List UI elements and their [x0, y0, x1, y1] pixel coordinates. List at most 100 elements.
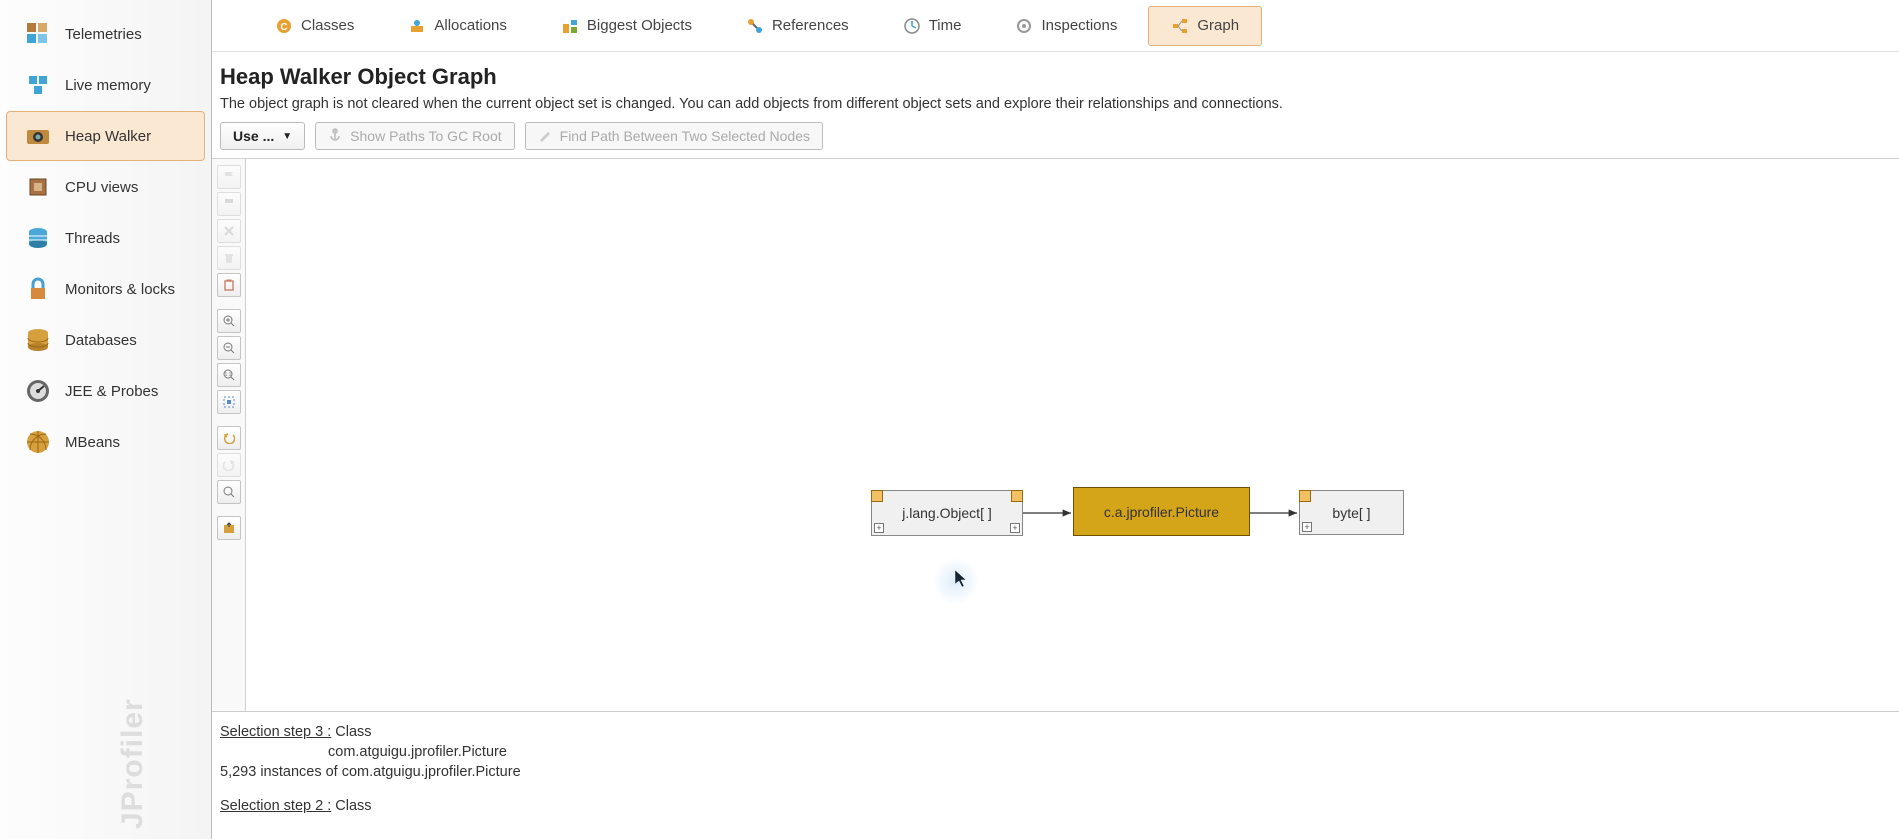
zoom-out-icon[interactable]	[217, 336, 241, 360]
sidebar-label: Databases	[65, 332, 137, 349]
node-label: c.a.jprofiler.Picture	[1104, 504, 1219, 520]
tab-inspections[interactable]: Inspections	[992, 6, 1140, 46]
search-icon[interactable]	[217, 480, 241, 504]
threads-icon	[23, 223, 53, 253]
redo-icon[interactable]	[217, 453, 241, 477]
show-paths-gc-root-button[interactable]: Show Paths To GC Root	[315, 122, 514, 150]
sidebar-item-jee-probes[interactable]: JEE & Probes	[6, 366, 205, 416]
use-dropdown[interactable]: Use ... ▼	[220, 122, 305, 150]
tab-time[interactable]: Time	[880, 6, 985, 46]
tab-references[interactable]: References	[723, 6, 872, 46]
graph-node-picture[interactable]: c.a.jprofiler.Picture	[1073, 487, 1250, 536]
tab-label: References	[772, 17, 849, 34]
graph-node-byte-array[interactable]: + byte[ ]	[1299, 490, 1404, 535]
zoom-in-icon[interactable]	[217, 309, 241, 333]
classes-icon: C	[275, 17, 293, 35]
sidebar-label: Threads	[65, 230, 120, 247]
svg-text:C: C	[280, 22, 287, 33]
sidebar-item-live-memory[interactable]: Live memory	[6, 60, 205, 110]
graph-vertical-toolbar: 1:1	[212, 159, 246, 711]
tab-label: Time	[929, 17, 962, 34]
tab-allocations[interactable]: Allocations	[385, 6, 530, 46]
watermark: JProfiler	[116, 698, 150, 829]
click-highlight	[932, 557, 980, 605]
sidebar-label: MBeans	[65, 434, 120, 451]
selection-step-3: Selection step 3 : Class	[220, 724, 1891, 740]
selection-step-link[interactable]: Selection step 3 :	[220, 724, 331, 740]
node-label: byte[ ]	[1332, 505, 1370, 521]
sidebar-label: CPU views	[65, 179, 138, 196]
flag-icon[interactable]	[217, 165, 241, 189]
trash-icon[interactable]	[217, 246, 241, 270]
graph-toolbar: Use ... ▼ Show Paths To GC Root Find Pat…	[220, 122, 1891, 150]
flag-filled-icon[interactable]	[217, 192, 241, 216]
inspections-icon	[1015, 17, 1033, 35]
live-memory-icon	[23, 70, 53, 100]
graph-canvas[interactable]: + + j.lang.Object[ ] c.a.jprofiler.Pictu…	[246, 159, 1899, 711]
tab-label: Biggest Objects	[587, 17, 692, 34]
sidebar-item-mbeans[interactable]: MBeans	[6, 417, 205, 467]
tab-graph[interactable]: Graph	[1148, 6, 1262, 46]
references-icon	[746, 17, 764, 35]
selection-steps-panel: Selection step 3 : Class com.atguigu.jpr…	[212, 711, 1899, 839]
sidebar: Telemetries Live memory Heap Walker CPU …	[0, 0, 212, 839]
tab-classes[interactable]: C Classes	[252, 6, 377, 46]
graph-node-object-array[interactable]: + + j.lang.Object[ ]	[871, 490, 1023, 536]
sidebar-label: Live memory	[65, 77, 151, 94]
telemetries-icon	[23, 19, 53, 49]
allocations-icon	[408, 17, 426, 35]
page-description: The object graph is not cleared when the…	[220, 96, 1891, 112]
main: C Classes Allocations Biggest Objects Re…	[212, 0, 1899, 839]
sidebar-item-cpu-views[interactable]: CPU views	[6, 162, 205, 212]
svg-text:1:1: 1:1	[224, 372, 231, 378]
sidebar-item-threads[interactable]: Threads	[6, 213, 205, 263]
pencil-icon	[538, 128, 554, 144]
export-icon[interactable]	[217, 516, 241, 540]
selection-step-link[interactable]: Selection step 2 :	[220, 798, 331, 814]
tab-label: Allocations	[434, 17, 507, 34]
selection-step-3-instances: 5,293 instances of com.atguigu.jprofiler…	[220, 764, 1891, 780]
page-title: Heap Walker Object Graph	[220, 64, 1891, 90]
find-path-button[interactable]: Find Path Between Two Selected Nodes	[525, 122, 823, 150]
button-label: Find Path Between Two Selected Nodes	[560, 128, 810, 144]
selection-step-3-class: com.atguigu.jprofiler.Picture	[220, 744, 1891, 760]
node-handle-icon	[1299, 490, 1311, 502]
fit-icon[interactable]	[217, 390, 241, 414]
tab-label: Classes	[301, 17, 354, 34]
node-handle-icon	[1011, 490, 1023, 502]
clear-icon[interactable]	[217, 273, 241, 297]
anchor-icon	[328, 128, 344, 144]
probes-icon	[23, 376, 53, 406]
chevron-down-icon: ▼	[282, 131, 292, 142]
expand-incoming-icon[interactable]: +	[1302, 522, 1312, 532]
sidebar-label: Heap Walker	[65, 128, 151, 145]
use-label: Use ...	[233, 128, 274, 144]
button-label: Show Paths To GC Root	[350, 128, 501, 144]
mbeans-icon	[23, 427, 53, 457]
selection-step-type: Class	[335, 724, 371, 740]
tab-label: Inspections	[1041, 17, 1117, 34]
sidebar-item-telemetries[interactable]: Telemetries	[6, 9, 205, 59]
undo-icon[interactable]	[217, 426, 241, 450]
sidebar-label: JEE & Probes	[65, 383, 158, 400]
graph-area: 1:1 + + j.lang.Object[ ]	[212, 158, 1899, 711]
sidebar-item-databases[interactable]: Databases	[6, 315, 205, 365]
delete-icon[interactable]	[217, 219, 241, 243]
graph-icon	[1171, 17, 1189, 35]
node-handle-icon	[871, 490, 883, 502]
tab-biggest-objects[interactable]: Biggest Objects	[538, 6, 715, 46]
zoom-reset-icon[interactable]: 1:1	[217, 363, 241, 387]
sidebar-item-heap-walker[interactable]: Heap Walker	[6, 111, 205, 161]
database-icon	[23, 325, 53, 355]
heap-walker-icon	[23, 121, 53, 151]
sidebar-item-monitors-locks[interactable]: Monitors & locks	[6, 264, 205, 314]
sidebar-label: Telemetries	[65, 26, 142, 43]
time-icon	[903, 17, 921, 35]
expand-incoming-icon[interactable]: +	[874, 523, 884, 533]
lock-icon	[23, 274, 53, 304]
biggest-objects-icon	[561, 17, 579, 35]
expand-outgoing-icon[interactable]: +	[1010, 523, 1020, 533]
node-label: j.lang.Object[ ]	[902, 505, 992, 521]
cpu-views-icon	[23, 172, 53, 202]
tab-label: Graph	[1197, 17, 1239, 34]
